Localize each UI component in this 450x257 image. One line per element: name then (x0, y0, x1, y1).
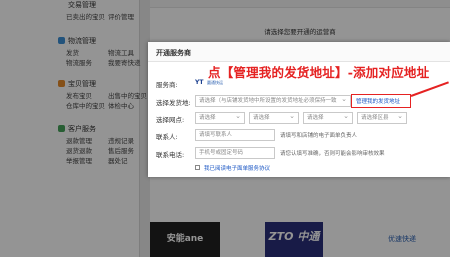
provider-logo: YT 圆通快运 (195, 79, 229, 87)
open-service-dialog: 开通服务商 点【管理我的发货地址】-添加对应地址 服务商: YT 圆通快运 选择… (148, 42, 450, 177)
phone-input[interactable]: 手机号或固定号码 (195, 147, 275, 159)
outlet-county-select[interactable]: 请选择区县 (357, 112, 407, 124)
address-label: 选择发货地: (156, 99, 191, 107)
outlet-province-select[interactable]: 请选择 (195, 112, 245, 124)
outlet-city-select[interactable]: 请选择 (249, 112, 299, 124)
contact-label: 联系人: (156, 133, 178, 141)
provider-label: 服务商: (156, 81, 178, 89)
dialog-header: 开通服务商 (148, 42, 450, 62)
contact-input[interactable]: 请填写联系人 (195, 129, 275, 141)
outlet-district-select[interactable]: 请选择 (303, 112, 353, 124)
dialog-title: 开通服务商 (156, 49, 191, 57)
phone-label: 联系电话: (156, 151, 185, 159)
agreement-link[interactable]: 我已阅读电子面单服务协议 (204, 164, 270, 172)
contact-hint: 请填写和店铺的电子面单负责人 (280, 133, 358, 139)
address-select[interactable]: 请选择（与店铺发货地中所设置的发货地址必须保持一致 (195, 95, 351, 107)
highlight-box (351, 94, 411, 108)
red-annotation: 点【管理我的发货地址】-添加对应地址 (208, 65, 430, 80)
agreement-checkbox[interactable] (195, 165, 200, 170)
phone-hint: 请您认填写准确，否则可能会影响审核效果 (280, 151, 385, 157)
annotation-arrow (410, 81, 449, 97)
provider-name: 圆通快运 (207, 80, 223, 85)
outlet-label: 选择网点: (156, 116, 185, 124)
provider-logo-mark: YT (195, 79, 204, 86)
